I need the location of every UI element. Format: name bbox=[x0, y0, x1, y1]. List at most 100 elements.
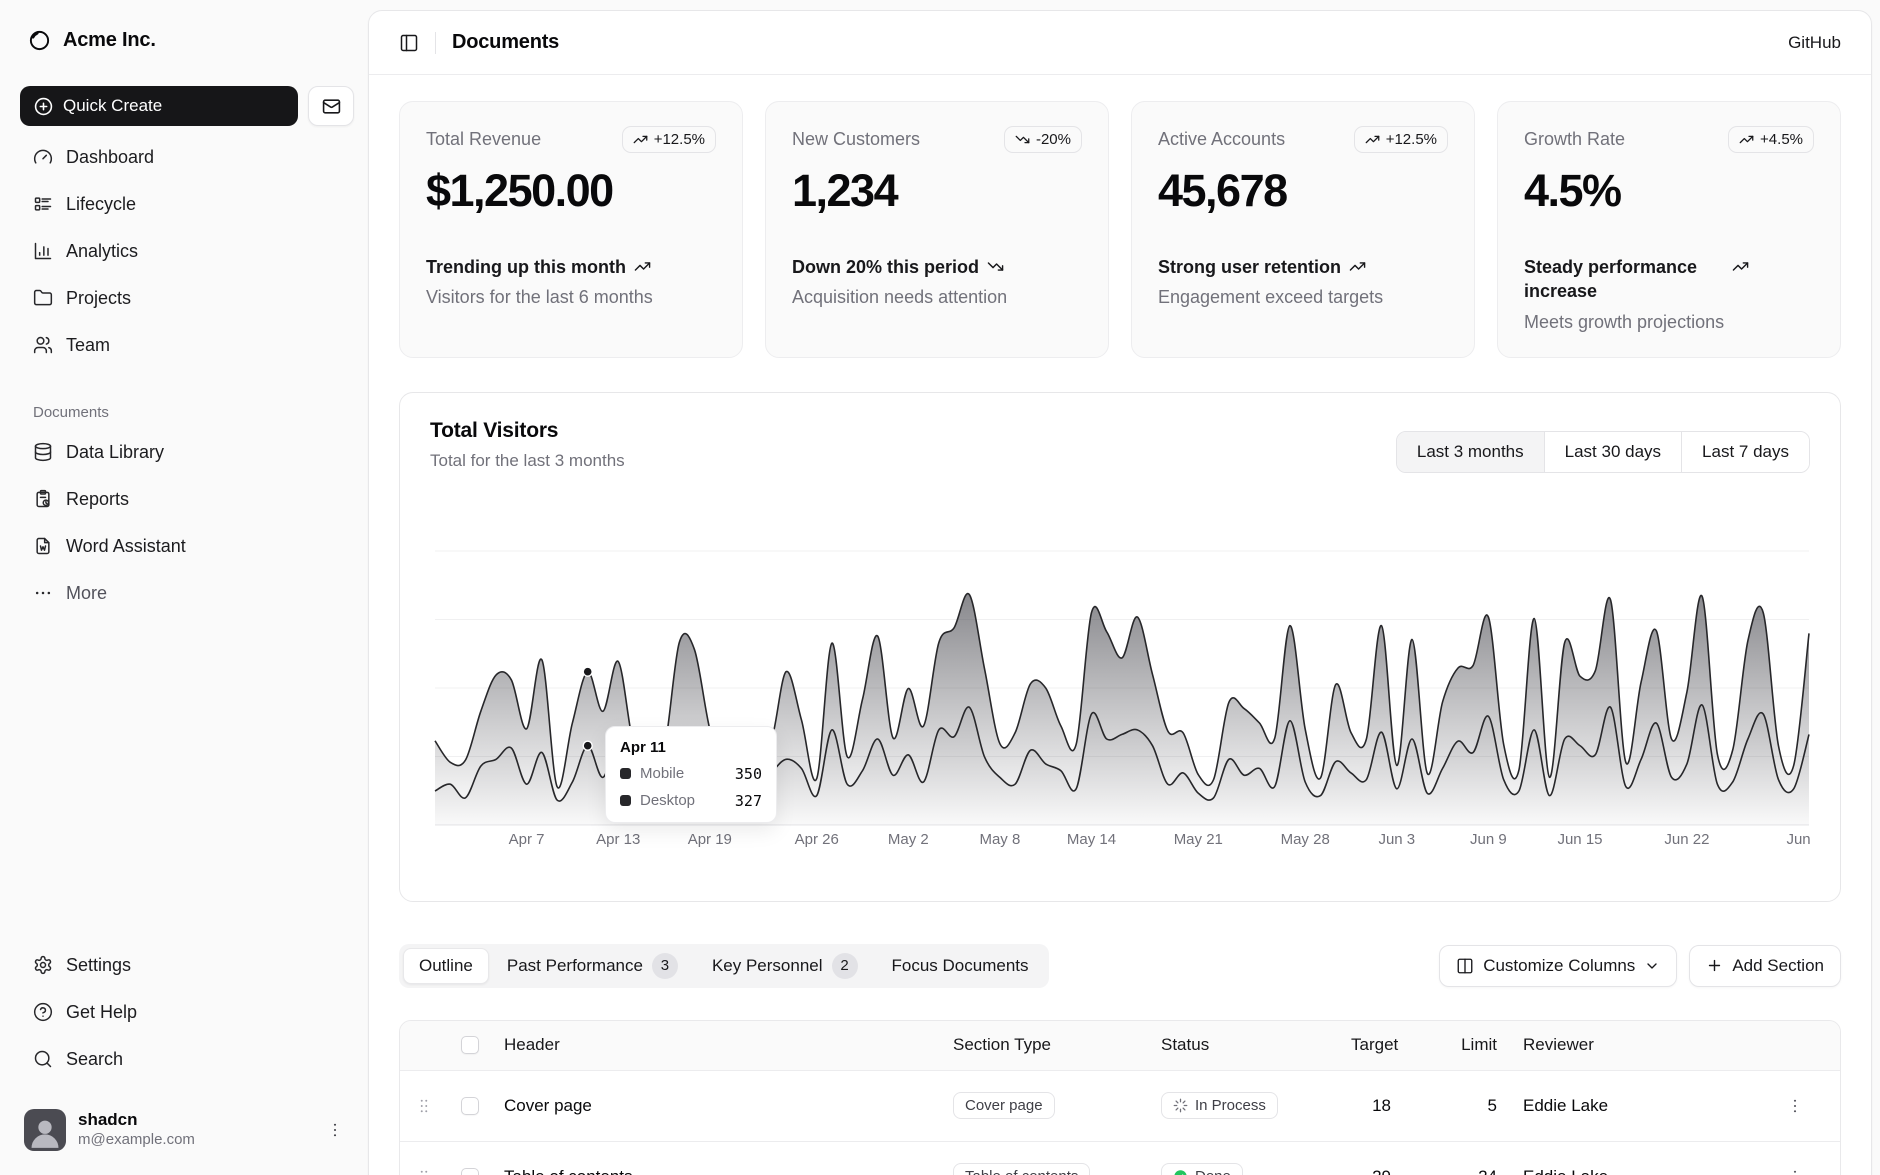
sidebar-item-reports[interactable]: Reports bbox=[20, 480, 354, 518]
tab-count-badge: 3 bbox=[652, 953, 678, 979]
github-link[interactable]: GitHub bbox=[1788, 33, 1841, 53]
col-header: Header bbox=[492, 1035, 941, 1055]
svg-text:Jun 9: Jun 9 bbox=[1470, 831, 1507, 848]
sidebar-item-lifecycle[interactable]: Lifecycle bbox=[20, 185, 354, 223]
range-toggle-group: Last 3 months Last 30 days Last 7 days bbox=[1396, 431, 1810, 473]
user-menu-icon[interactable] bbox=[320, 1115, 350, 1145]
trend-badge: +12.5% bbox=[1354, 126, 1448, 153]
database-icon bbox=[33, 442, 53, 462]
stat-value: 4.5% bbox=[1524, 165, 1814, 217]
sidebar-item-more[interactable]: More bbox=[20, 574, 354, 612]
chart-tooltip: Apr 11 Mobile 350 Desktop 327 bbox=[605, 726, 777, 823]
customize-columns-button[interactable]: Customize Columns bbox=[1439, 945, 1677, 987]
user-email: m@example.com bbox=[78, 1132, 195, 1149]
sidebar-item-get-help[interactable]: Get Help bbox=[20, 993, 354, 1031]
range-last-3-months[interactable]: Last 3 months bbox=[1397, 432, 1544, 472]
chevron-down-icon bbox=[1644, 958, 1660, 974]
svg-text:Apr 19: Apr 19 bbox=[688, 831, 732, 848]
brand[interactable]: Acme Inc. bbox=[20, 18, 354, 62]
stat-line2: Meets growth projections bbox=[1524, 312, 1814, 333]
sidebar: Acme Inc. Quick Create Dashboard Lifecyc… bbox=[0, 0, 368, 1175]
stat-line1: Trending up this month bbox=[426, 255, 716, 279]
stat-line2: Engagement exceed targets bbox=[1158, 287, 1448, 308]
trend-badge: +12.5% bbox=[622, 126, 716, 153]
stat-value: $1,250.00 bbox=[426, 165, 716, 217]
stat-card-growth-rate: Growth Rate +4.5% 4.5% Steady performanc… bbox=[1497, 101, 1841, 358]
stat-card-total-revenue: Total Revenue +12.5% $1,250.00 Trending … bbox=[399, 101, 743, 358]
documents-section-label: Documents bbox=[20, 404, 354, 421]
svg-text:Jun 22: Jun 22 bbox=[1664, 831, 1709, 848]
trending-down-icon bbox=[987, 258, 1004, 275]
user-card[interactable]: shadcn m@example.com bbox=[20, 1103, 354, 1157]
tooltip-row-mobile: Mobile 350 bbox=[620, 765, 762, 783]
stat-line1: Down 20% this period bbox=[792, 255, 1082, 279]
stat-line2: Acquisition needs attention bbox=[792, 287, 1082, 308]
sidebar-item-projects[interactable]: Projects bbox=[20, 279, 354, 317]
row-target[interactable]: 18 bbox=[1339, 1096, 1405, 1116]
quick-create-label: Quick Create bbox=[63, 96, 162, 116]
select-all-checkbox[interactable] bbox=[461, 1036, 479, 1054]
sidebar-nav: Dashboard Lifecycle Analytics Projects T… bbox=[20, 138, 354, 364]
columns-icon bbox=[1456, 957, 1474, 975]
topbar: Documents GitHub bbox=[369, 11, 1871, 75]
mail-icon bbox=[322, 97, 341, 116]
row-reviewer[interactable]: Eddie Lake bbox=[1511, 1167, 1750, 1175]
row-checkbox[interactable] bbox=[461, 1168, 479, 1175]
range-last-30-days[interactable]: Last 30 days bbox=[1544, 432, 1681, 472]
trending-up-icon bbox=[1365, 132, 1380, 147]
row-menu-icon[interactable] bbox=[1750, 1097, 1840, 1115]
row-header[interactable]: Table of contents bbox=[492, 1167, 941, 1175]
row-limit[interactable]: 24 bbox=[1405, 1167, 1511, 1175]
sidebar-item-team[interactable]: Team bbox=[20, 326, 354, 364]
check-circle-icon bbox=[1173, 1169, 1188, 1175]
row-limit[interactable]: 5 bbox=[1405, 1096, 1511, 1116]
tab-focus-documents[interactable]: Focus Documents bbox=[876, 948, 1045, 984]
stat-cards: Total Revenue +12.5% $1,250.00 Trending … bbox=[399, 101, 1841, 358]
sidebar-item-analytics[interactable]: Analytics bbox=[20, 232, 354, 270]
trend-badge: -20% bbox=[1004, 126, 1082, 153]
stat-line1: Steady performance increase bbox=[1524, 255, 1814, 304]
sidebar-item-data-library[interactable]: Data Library bbox=[20, 433, 354, 471]
tab-outline[interactable]: Outline bbox=[403, 948, 489, 984]
inbox-button[interactable] bbox=[308, 86, 354, 126]
ellipsis-icon bbox=[33, 583, 53, 603]
documents-section: Data Library Reports Word Assistant More bbox=[20, 433, 354, 612]
row-target[interactable]: 29 bbox=[1339, 1167, 1405, 1175]
section-type-badge: Table of contents bbox=[953, 1163, 1090, 1175]
stat-card-new-customers: New Customers -20% 1,234 Down 20% this p… bbox=[765, 101, 1109, 358]
sections-table: Header Section Type Status Target Limit … bbox=[399, 1020, 1841, 1175]
svg-text:May 14: May 14 bbox=[1067, 831, 1116, 848]
sidebar-item-settings[interactable]: Settings bbox=[20, 946, 354, 984]
tab-past-performance[interactable]: Past Performance 3 bbox=[491, 948, 694, 984]
svg-text:May 2: May 2 bbox=[888, 831, 929, 848]
svg-text:Apr 7: Apr 7 bbox=[509, 831, 545, 848]
sidebar-item-search[interactable]: Search bbox=[20, 1040, 354, 1078]
sidebar-item-dashboard[interactable]: Dashboard bbox=[20, 138, 354, 176]
avatar bbox=[24, 1109, 66, 1151]
sidebar-item-word-assistant[interactable]: Word Assistant bbox=[20, 527, 354, 565]
drag-handle-icon[interactable] bbox=[415, 1097, 433, 1115]
gauge-icon bbox=[33, 147, 53, 167]
row-reviewer[interactable]: Eddie Lake bbox=[1511, 1096, 1750, 1116]
add-section-button[interactable]: Add Section bbox=[1689, 945, 1841, 987]
file-word-icon bbox=[33, 536, 53, 556]
sidebar-footer: Settings Get Help Search shadcn m@exampl… bbox=[20, 946, 354, 1157]
stat-card-active-accounts: Active Accounts +12.5% 45,678 Strong use… bbox=[1131, 101, 1475, 358]
col-target: Target bbox=[1339, 1035, 1405, 1055]
panel-left-icon bbox=[399, 33, 419, 53]
row-menu-icon[interactable] bbox=[1750, 1168, 1840, 1175]
row-header[interactable]: Cover page bbox=[492, 1096, 941, 1116]
row-checkbox[interactable] bbox=[461, 1097, 479, 1115]
sidebar-toggle-button[interactable] bbox=[391, 25, 427, 61]
svg-text:May 8: May 8 bbox=[979, 831, 1020, 848]
quick-create-button[interactable]: Quick Create bbox=[20, 86, 298, 126]
col-status: Status bbox=[1149, 1035, 1339, 1055]
drag-handle-icon[interactable] bbox=[415, 1168, 433, 1175]
mobile-series-swatch bbox=[620, 768, 631, 779]
tab-key-personnel[interactable]: Key Personnel 2 bbox=[696, 948, 874, 984]
view-tabs: Outline Past Performance 3 Key Personnel… bbox=[399, 944, 1049, 988]
trending-up-icon bbox=[1349, 258, 1366, 275]
trending-up-icon bbox=[633, 132, 648, 147]
range-last-7-days[interactable]: Last 7 days bbox=[1681, 432, 1809, 472]
search-icon bbox=[33, 1049, 53, 1069]
